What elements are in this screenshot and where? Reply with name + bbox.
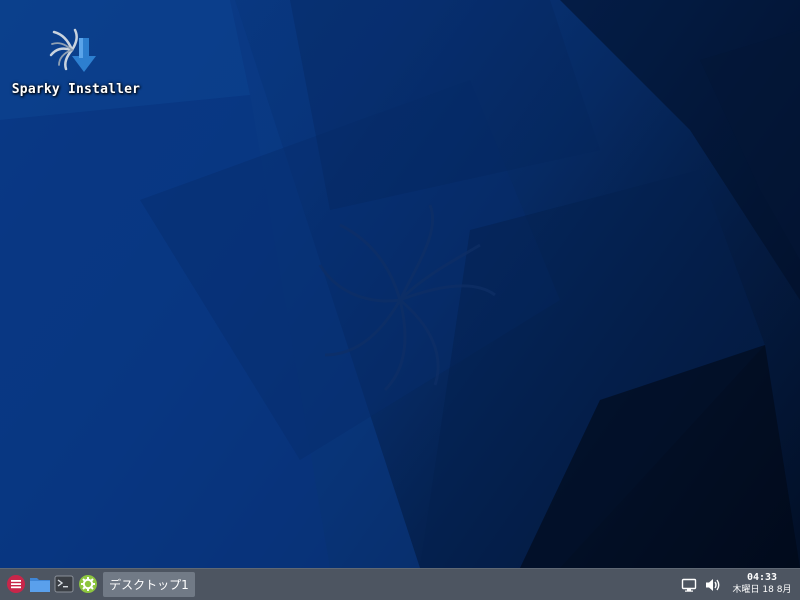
workspace-button[interactable]: デスクトップ1 [103,572,195,597]
terminal-button[interactable] [53,573,75,595]
clock-time: 04:33 [746,572,778,583]
installer-icon [48,26,104,80]
volume-tray-button[interactable] [703,575,723,595]
display-icon [681,578,697,592]
terminal-icon [54,575,74,593]
settings-icon [79,575,97,593]
folder-icon [30,578,50,592]
desktop-icon-sparky-installer[interactable]: Sparky Installer [8,26,144,106]
settings-button[interactable] [77,573,99,595]
app-menu-button[interactable] [5,573,27,595]
desktop[interactable]: Sparky Installer [0,0,800,568]
taskbar: デスクトップ1 04:33 木曜日 18 8月 [0,568,800,600]
menu-icon [7,575,25,593]
clock-date: 木曜日 18 8月 [732,585,792,595]
volume-icon [706,579,720,591]
file-manager-button[interactable] [29,573,51,595]
display-tray-button[interactable] [679,575,699,595]
clock[interactable]: 04:33 木曜日 18 8月 [726,572,798,598]
desktop-icon-label: Sparky Installer [11,82,141,97]
